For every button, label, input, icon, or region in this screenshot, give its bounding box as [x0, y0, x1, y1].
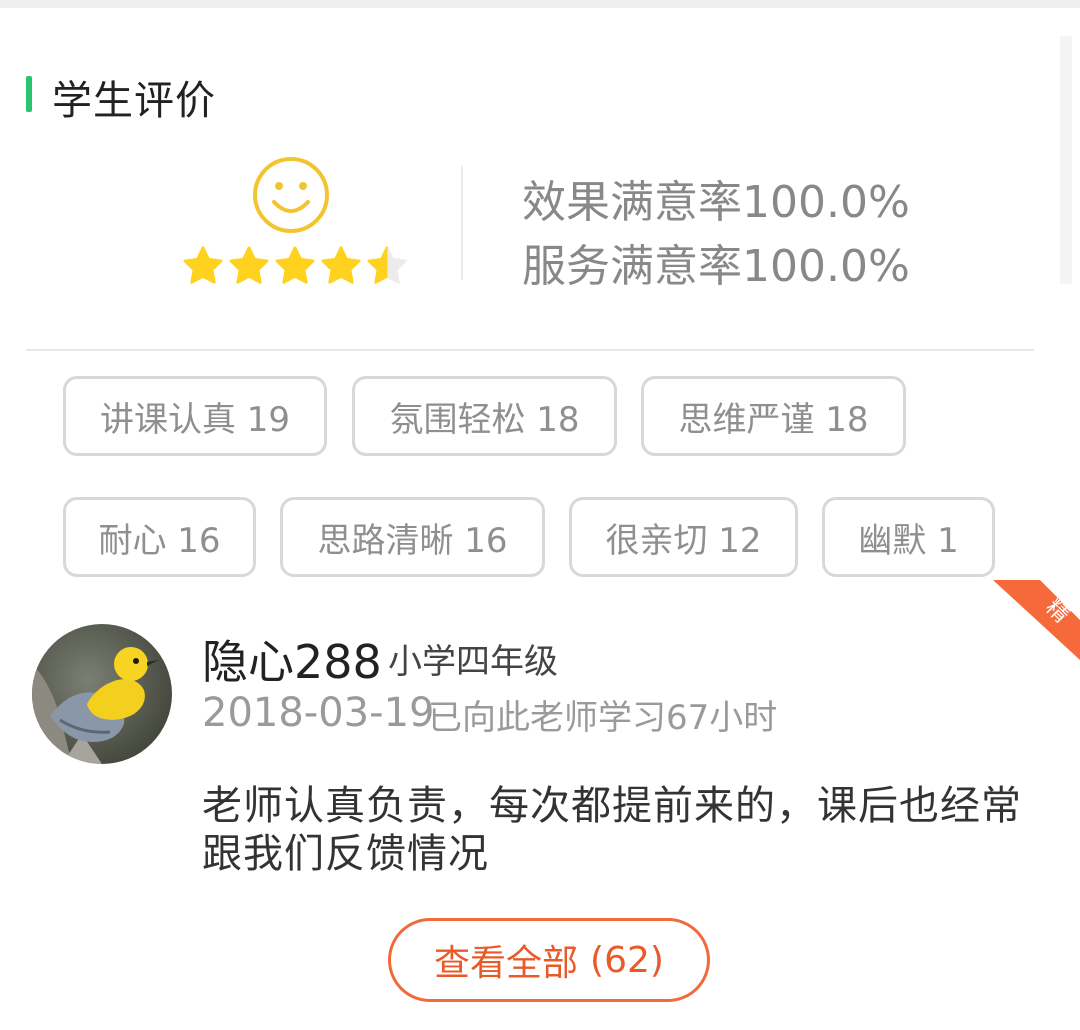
star-icon: [321, 246, 361, 284]
rating-divider: [461, 166, 463, 280]
view-all-label: 查看全部: [434, 943, 579, 984]
tag-chip[interactable]: 幽默 1: [822, 497, 995, 577]
star-icon: [183, 246, 223, 284]
view-all-button[interactable]: 查看全部 (62): [388, 918, 710, 1002]
view-all-count: (62): [590, 939, 664, 981]
star-icon: [229, 246, 269, 284]
review-comment: 老师认真负责，每次都提前来的，课后也经常跟我们反馈情况: [202, 783, 1022, 877]
avatar[interactable]: [32, 624, 172, 764]
tag-chip[interactable]: 思维严谨 18: [641, 376, 906, 456]
star-rating: [182, 245, 408, 291]
service-satisfaction-rate: 服务满意率100.0%: [522, 241, 910, 292]
section-accent-bar: [26, 76, 32, 112]
half-star-icon: [367, 246, 407, 284]
reviewer-grade: 小学四年级: [388, 642, 558, 682]
reviewer-name: 隐心288: [202, 635, 382, 689]
top-divider: [0, 0, 1080, 8]
study-hours: 已向此老师学习67小时: [428, 698, 778, 738]
star-icon: [275, 246, 315, 284]
tag-chip[interactable]: 讲课认真 19: [63, 376, 327, 456]
section-divider: [26, 349, 1034, 351]
review-date: 2018-03-19: [202, 690, 435, 736]
scrollbar[interactable]: [1060, 36, 1072, 284]
bird-avatar-image: [32, 624, 172, 764]
effect-satisfaction-rate: 效果满意率100.0%: [522, 177, 910, 228]
tag-chip[interactable]: 氛围轻松 18: [352, 376, 617, 456]
tag-chip[interactable]: 思路清晰 16: [280, 497, 545, 577]
tag-chip[interactable]: 耐心 16: [63, 497, 256, 577]
featured-badge: 精: [993, 580, 1080, 660]
smiley-icon: [253, 157, 329, 233]
section-title: 学生评价: [52, 78, 216, 124]
tag-chip[interactable]: 很亲切 12: [569, 497, 798, 577]
